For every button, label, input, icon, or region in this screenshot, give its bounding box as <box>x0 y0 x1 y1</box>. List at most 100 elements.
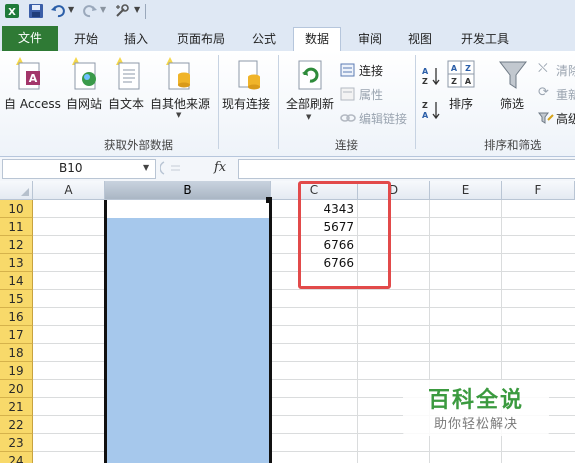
excel-icon[interactable]: X <box>4 3 20 19</box>
group-divider <box>218 55 219 149</box>
from-other-dropdown-icon[interactable]: ▼ <box>176 111 181 119</box>
row-header[interactable]: 20 <box>0 380 33 398</box>
insert-function-button[interactable]: fx <box>214 160 234 176</box>
formula-input[interactable] <box>238 159 575 179</box>
column-header-a[interactable]: A <box>33 181 105 200</box>
clear-filter-label: 清除 <box>556 64 575 78</box>
selected-column-range[interactable] <box>105 218 271 463</box>
clear-filter-button[interactable]: ⛌ 清除 <box>538 61 575 79</box>
tab-view[interactable]: 视图 <box>400 28 440 51</box>
column-header-c[interactable]: C <box>271 181 358 200</box>
clear-filter-icon: ⛌ <box>538 61 548 76</box>
row-header[interactable]: 15 <box>0 290 33 308</box>
row-header[interactable]: 22 <box>0 416 33 434</box>
active-cell-b10[interactable] <box>105 200 271 218</box>
row-header[interactable]: 10 <box>0 200 33 218</box>
ribbon-data-panel: A 自 Access 自网站 自文本 自其他来源 ▼ 现有连接 获取外部数据 全… <box>0 51 575 157</box>
from-other-sources-label: 自其他来源 <box>150 97 211 111</box>
properties-label: 属性 <box>359 88 384 102</box>
properties-button[interactable]: 属性 <box>340 85 408 103</box>
from-access-button[interactable]: A <box>14 55 44 97</box>
svg-text:A: A <box>422 67 429 76</box>
sort-a-z-icon: A Z <box>422 67 440 86</box>
connections-button[interactable]: 连接 <box>340 61 408 79</box>
refresh-all-label: 全部刷新 <box>286 97 335 111</box>
toolbar-menu-icon[interactable]: ▼ <box>134 5 140 14</box>
customize-icon[interactable] <box>114 3 130 19</box>
column-header-f[interactable]: F <box>502 181 575 200</box>
existing-connections-icon <box>238 60 260 90</box>
advanced-filter-button[interactable]: 高级 <box>538 109 575 127</box>
selection-border-left <box>104 200 107 463</box>
column-header-b[interactable]: B <box>105 181 271 200</box>
row-header[interactable]: 19 <box>0 362 33 380</box>
tab-formulas[interactable]: 公式 <box>244 28 284 51</box>
row-header[interactable]: 24 <box>0 452 33 463</box>
name-box-value: B10 <box>59 161 83 175</box>
filter-label: 筛选 <box>500 97 525 111</box>
watermark-badge: 百科全说 助你轻松解决 <box>403 380 549 436</box>
name-box-dropdown-icon[interactable]: ▼ <box>143 163 149 172</box>
toolbar-divider <box>145 4 146 19</box>
filter-button[interactable] <box>498 59 528 93</box>
tab-developer[interactable]: 开发工具 <box>452 28 518 51</box>
tab-home[interactable]: 开始 <box>66 28 106 51</box>
reapply-icon: ⟳ <box>538 85 549 100</box>
sort-button[interactable]: A Z Z A <box>446 59 476 93</box>
undo-dropdown-icon[interactable]: ▼ <box>68 5 74 14</box>
svg-text:Z: Z <box>451 77 457 86</box>
name-box[interactable]: B10 ▼ <box>2 159 156 179</box>
tab-insert[interactable]: 插入 <box>116 28 156 51</box>
reapply-label: 重新 <box>556 88 575 102</box>
save-icon[interactable] <box>28 3 44 19</box>
cell-c13[interactable]: 6766 <box>272 254 354 272</box>
formula-bar-splitter[interactable] <box>159 160 182 176</box>
sort-descending-button[interactable]: Z A <box>420 99 442 121</box>
edit-links-button[interactable]: 编辑链接 <box>340 109 414 127</box>
from-text-button[interactable] <box>114 55 144 97</box>
row-header[interactable]: 16 <box>0 308 33 326</box>
cell-c10[interactable]: 4343 <box>272 200 354 218</box>
sort-ascending-button[interactable]: A Z <box>420 65 442 87</box>
refresh-all-button[interactable] <box>296 57 328 97</box>
quick-access-toolbar: X ▼ ▼ ▼ <box>0 0 575 25</box>
tab-data[interactable]: 数据 <box>293 27 341 53</box>
row-header[interactable]: 13 <box>0 254 33 272</box>
advanced-filter-icon <box>538 112 554 124</box>
row-header[interactable]: 21 <box>0 398 33 416</box>
svg-text:Z: Z <box>422 77 428 86</box>
row-header[interactable]: 11 <box>0 218 33 236</box>
column-header-d[interactable]: D <box>358 181 430 200</box>
refresh-dropdown-icon[interactable]: ▼ <box>306 113 311 121</box>
text-file-icon <box>116 57 140 90</box>
cell-c11[interactable]: 5677 <box>272 218 354 236</box>
refresh-icon <box>298 60 322 90</box>
from-web-button[interactable] <box>70 55 100 97</box>
redo-dropdown-icon[interactable]: ▼ <box>100 5 106 14</box>
row-header[interactable]: 18 <box>0 344 33 362</box>
tab-review[interactable]: 审阅 <box>350 28 390 51</box>
connections-icon <box>340 63 355 77</box>
select-all-corner[interactable] <box>0 181 33 200</box>
row-header[interactable]: 12 <box>0 236 33 254</box>
existing-connections-button[interactable] <box>234 55 264 97</box>
row-header[interactable]: 14 <box>0 272 33 290</box>
svg-text:Z: Z <box>422 101 428 110</box>
edit-links-label: 编辑链接 <box>359 112 408 126</box>
undo-icon[interactable] <box>50 3 66 19</box>
tab-page-layout[interactable]: 页面布局 <box>170 28 232 51</box>
from-other-sources-button[interactable] <box>164 55 194 97</box>
redo-icon[interactable] <box>82 3 98 19</box>
select-all-triangle-icon <box>21 188 29 196</box>
cell-c12[interactable]: 6766 <box>272 236 354 254</box>
row-header[interactable]: 23 <box>0 434 33 452</box>
row-header[interactable]: 17 <box>0 326 33 344</box>
reapply-button[interactable]: ⟳ 重新 <box>538 85 575 103</box>
group-label-connections: 连接 <box>335 138 358 152</box>
other-sources-icon <box>166 57 190 90</box>
splitter-handle-icon <box>159 161 180 175</box>
from-web-label: 自网站 <box>66 97 103 111</box>
from-text-label: 自文本 <box>108 97 145 111</box>
tab-file[interactable]: 文件 <box>2 26 58 51</box>
column-header-e[interactable]: E <box>430 181 502 200</box>
